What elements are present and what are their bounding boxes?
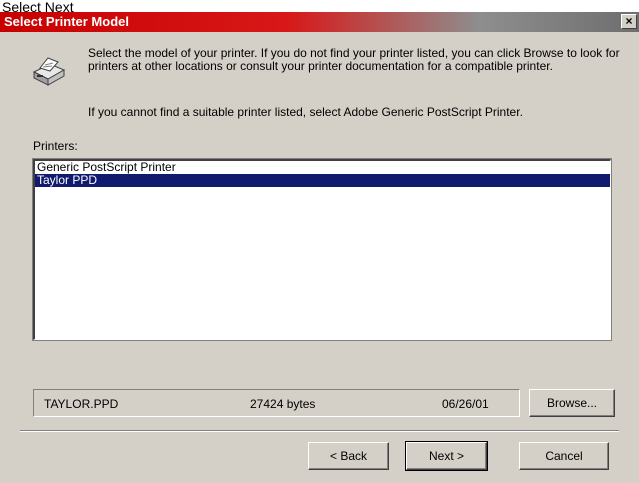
close-button[interactable]: × xyxy=(621,14,637,29)
file-name: TAYLOR.PPD xyxy=(44,397,119,411)
next-button[interactable]: Next > xyxy=(405,441,488,471)
cancel-button[interactable]: Cancel xyxy=(519,442,609,470)
printers-label: Printers: xyxy=(33,139,78,153)
file-info-panel: TAYLOR.PPD 27424 bytes 06/26/01 xyxy=(33,389,520,417)
dialog-title: Select Printer Model xyxy=(4,14,129,29)
title-bar[interactable]: Select Printer Model × xyxy=(0,12,639,32)
printers-listbox[interactable]: Generic PostScript Printer Taylor PPD xyxy=(32,158,612,341)
file-size: 27424 bytes xyxy=(250,397,316,411)
button-separator xyxy=(20,430,619,432)
instructions-text: Select the model of your printer. If you… xyxy=(88,46,620,73)
back-button[interactable]: < Back xyxy=(308,442,389,470)
printer-item-taylor-ppd[interactable]: Taylor PPD xyxy=(35,174,610,187)
file-date: 06/26/01 xyxy=(442,397,489,411)
hint-text: If you cannot find a suitable printer li… xyxy=(88,105,523,119)
select-printer-dialog: Select Printer Model × Select the model … xyxy=(0,12,639,483)
printer-item-generic-postscript[interactable]: Generic PostScript Printer xyxy=(35,161,610,174)
browse-button[interactable]: Browse... xyxy=(529,389,615,417)
close-icon: × xyxy=(625,14,633,28)
printer-icon xyxy=(32,57,66,86)
